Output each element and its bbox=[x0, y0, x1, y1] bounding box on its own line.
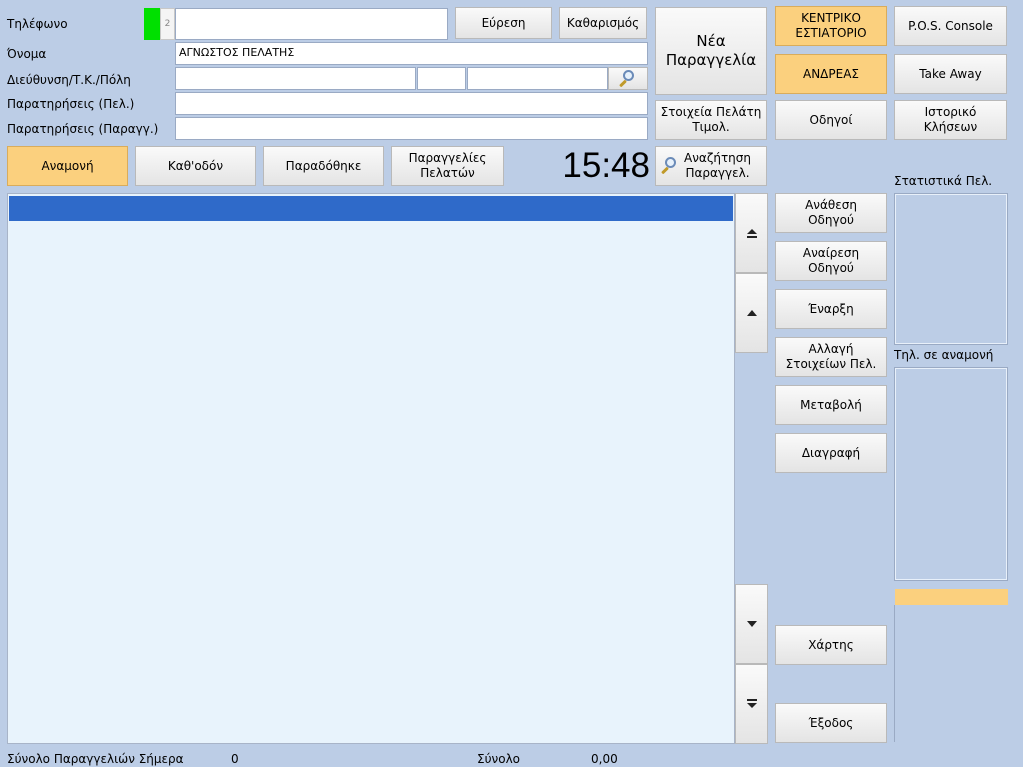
waiting-calls-list[interactable] bbox=[894, 367, 1008, 581]
customer-notes-label: Παρατηρήσεις (Πελ.) bbox=[7, 97, 135, 111]
modify-button[interactable]: Μεταβολή bbox=[775, 385, 887, 425]
remove-driver-button[interactable]: Αναίρεση Οδηγού bbox=[775, 241, 887, 281]
scroll-down-button[interactable] bbox=[735, 584, 768, 664]
arrow-down-icon bbox=[746, 621, 757, 627]
phone-input[interactable] bbox=[175, 8, 448, 40]
order-notes-input[interactable] bbox=[175, 117, 648, 140]
tab-waiting[interactable]: Αναμονή bbox=[7, 146, 128, 186]
call-history-button[interactable]: Ιστορικό Κλήσεων bbox=[894, 100, 1007, 140]
orders-today-value: 0 bbox=[231, 752, 239, 766]
arrow-up-icon bbox=[746, 310, 757, 316]
search-order-button[interactable]: Αναζήτηση Παραγγελ. bbox=[655, 146, 767, 186]
customer-notes-input[interactable] bbox=[175, 92, 648, 115]
customer-stats-label: Στατιστικά Πελ. bbox=[894, 174, 993, 188]
name-input[interactable]: ΑΓΝΩΣΤΟΣ ΠΕΛΑΤΗΣ bbox=[175, 42, 648, 65]
side-divider bbox=[894, 605, 895, 742]
change-customer-button[interactable]: Αλλαγή Στοιχείων Πελ. bbox=[775, 337, 887, 377]
postal-code-input[interactable] bbox=[417, 67, 466, 90]
clock: 15:48 bbox=[562, 146, 650, 185]
magnifier-icon bbox=[618, 69, 638, 89]
tab-delivered[interactable]: Παραδόθηκε bbox=[263, 146, 384, 186]
scroll-to-top-icon bbox=[746, 229, 757, 238]
city-input[interactable] bbox=[467, 67, 608, 90]
address-label: Διεύθυνση/Τ.Κ./Πόλη bbox=[7, 73, 131, 87]
assign-driver-button[interactable]: Ανάθεση Οδηγού bbox=[775, 193, 887, 233]
scroll-up-button[interactable] bbox=[735, 273, 768, 353]
tab-customer-orders[interactable]: Παραγγελίες Πελατών bbox=[391, 146, 504, 186]
pos-console-button[interactable]: P.O.S. Console bbox=[894, 6, 1007, 46]
take-away-button[interactable]: Take Away bbox=[894, 54, 1007, 94]
phone-line-number: 2 bbox=[160, 8, 175, 40]
delete-button[interactable]: Διαγραφή bbox=[775, 433, 887, 473]
find-button[interactable]: Εύρεση bbox=[455, 7, 552, 39]
customer-invoice-button[interactable]: Στοιχεία Πελάτη Τιμολ. bbox=[655, 100, 767, 140]
map-button[interactable]: Χάρτης bbox=[775, 625, 887, 665]
drivers-button[interactable]: Οδηγοί bbox=[775, 100, 887, 140]
phone-label: Τηλέφωνο bbox=[7, 17, 68, 31]
orders-grid[interactable] bbox=[7, 193, 735, 744]
magnifier-icon bbox=[660, 156, 680, 176]
call-status-bar bbox=[895, 589, 1008, 605]
scroll-bottom-button[interactable] bbox=[735, 664, 768, 744]
search-order-label: Αναζήτηση Παραγγελ. bbox=[684, 151, 751, 180]
phone-status-indicator bbox=[144, 8, 160, 40]
new-order-button[interactable]: Νέα Παραγγελία bbox=[655, 7, 767, 95]
clear-button[interactable]: Καθαρισμός bbox=[559, 7, 647, 39]
customer-stats-panel bbox=[894, 193, 1008, 345]
start-button[interactable]: Έναρξη bbox=[775, 289, 887, 329]
exit-button[interactable]: Έξοδος bbox=[775, 703, 887, 743]
selected-row[interactable] bbox=[9, 196, 733, 221]
scroll-track[interactable] bbox=[735, 353, 768, 584]
scroll-to-bottom-icon bbox=[746, 699, 757, 708]
total-label: Σύνολο bbox=[477, 752, 521, 766]
scroll-top-button[interactable] bbox=[735, 193, 768, 273]
restaurant-button[interactable]: ΚΕΝΤΡΙΚΟ ΕΣΤΙΑΤΟΡΙΟ bbox=[775, 6, 887, 46]
name-label: Όνομα bbox=[7, 47, 47, 61]
address-search-button[interactable] bbox=[608, 67, 648, 90]
user-button[interactable]: ΑΝΔΡΕΑΣ bbox=[775, 54, 887, 94]
orders-today-label: Σύνολο Παραγγελιών Σήμερα bbox=[7, 752, 184, 766]
waiting-calls-label: Τηλ. σε αναμονή bbox=[894, 348, 994, 362]
order-notes-label: Παρατηρήσεις (Παραγγ.) bbox=[7, 122, 159, 136]
total-value: 0,00 bbox=[591, 752, 618, 766]
address-input[interactable] bbox=[175, 67, 416, 90]
tab-on-the-way[interactable]: Καθ'οδόν bbox=[135, 146, 256, 186]
